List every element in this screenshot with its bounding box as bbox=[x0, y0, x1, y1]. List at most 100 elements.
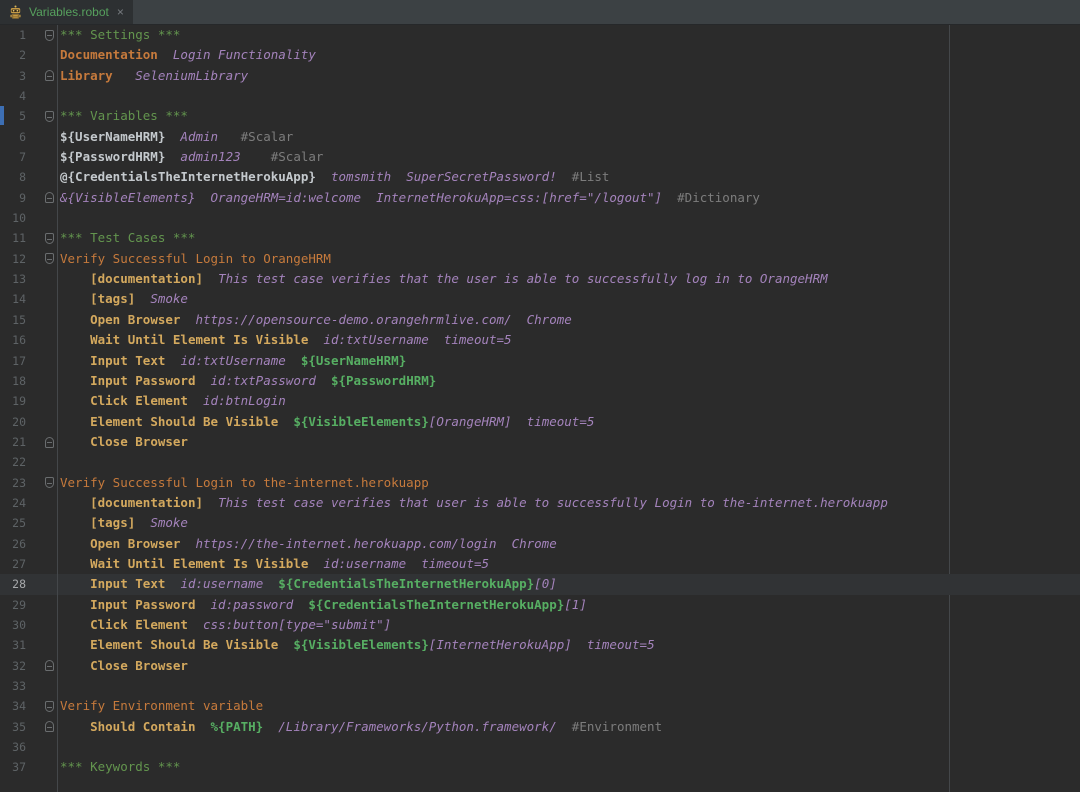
line-number: 4 bbox=[0, 86, 26, 106]
fold-column bbox=[26, 574, 57, 594]
code-line[interactable]: 24 [documentation] This test case verifi… bbox=[0, 493, 1080, 513]
code-text: Wait Until Element Is Visible id:txtUser… bbox=[57, 330, 512, 350]
fold-column bbox=[26, 208, 57, 228]
code-text: Wait Until Element Is Visible id:usernam… bbox=[57, 554, 489, 574]
code-text: Input Text id:username ${CredentialsTheI… bbox=[57, 574, 557, 594]
code-line[interactable]: 6${UserNameHRM} Admin #Scalar bbox=[0, 127, 1080, 147]
code-line[interactable]: 36 bbox=[0, 737, 1080, 757]
code-line[interactable]: 37*** Keywords *** bbox=[0, 757, 1080, 777]
fold-column bbox=[26, 696, 57, 716]
code-line[interactable]: 11*** Test Cases *** bbox=[0, 228, 1080, 248]
code-text: Element Should Be Visible ${VisibleEleme… bbox=[57, 635, 655, 655]
code-line[interactable]: 22 bbox=[0, 452, 1080, 472]
code-line[interactable]: 19 Click Element id:btnLogin bbox=[0, 391, 1080, 411]
code-line[interactable]: 3Library SeleniumLibrary bbox=[0, 66, 1080, 86]
code-line[interactable]: 30 Click Element css:button[type="submit… bbox=[0, 615, 1080, 635]
code-line[interactable]: 26 Open Browser https://the-internet.her… bbox=[0, 534, 1080, 554]
code-line[interactable]: 18 Input Password id:txtPassword ${Passw… bbox=[0, 371, 1080, 391]
code-line[interactable]: 17 Input Text id:txtUsername ${UserNameH… bbox=[0, 351, 1080, 371]
fold-column bbox=[26, 66, 57, 86]
code-line[interactable]: 1 *** Settings *** bbox=[0, 25, 1080, 45]
fold-column bbox=[26, 534, 57, 554]
code-line[interactable]: 7${PasswordHRM} admin123 #Scalar bbox=[0, 147, 1080, 167]
code-text: ${UserNameHRM} Admin #Scalar bbox=[57, 127, 293, 147]
code-text: Library SeleniumLibrary bbox=[57, 66, 248, 86]
code-text: Should Contain %{PATH} /Library/Framewor… bbox=[57, 717, 662, 737]
fold-toggle-icon[interactable] bbox=[45, 253, 54, 264]
fold-column bbox=[26, 147, 57, 167]
code-line[interactable]: 16 Wait Until Element Is Visible id:txtU… bbox=[0, 330, 1080, 350]
line-number: 8 bbox=[0, 167, 26, 187]
code-line[interactable]: 35 Should Contain %{PATH} /Library/Frame… bbox=[0, 717, 1080, 737]
code-area: 1 *** Settings ***2Documentation Login Fu… bbox=[0, 25, 1080, 778]
fold-toggle-icon[interactable] bbox=[45, 192, 54, 203]
fold-toggle-icon[interactable] bbox=[45, 477, 54, 488]
code-line[interactable]: 29 Input Password id:password ${Credenti… bbox=[0, 595, 1080, 615]
code-text: [documentation] This test case verifies … bbox=[57, 269, 828, 289]
fold-column bbox=[26, 86, 57, 106]
code-line[interactable]: 4 bbox=[0, 86, 1080, 106]
fold-toggle-icon[interactable] bbox=[45, 70, 54, 81]
code-text: Close Browser bbox=[57, 432, 188, 452]
line-number: 20 bbox=[0, 412, 26, 432]
code-text: Verify Successful Login to the-internet.… bbox=[57, 473, 429, 493]
line-number: 5 bbox=[0, 106, 26, 126]
fold-toggle-icon[interactable] bbox=[45, 111, 54, 122]
fold-toggle-icon[interactable] bbox=[45, 721, 54, 732]
code-text: Open Browser https://opensource-demo.ora… bbox=[57, 310, 572, 330]
code-text: Close Browser bbox=[57, 656, 188, 676]
code-line[interactable]: 13 [documentation] This test case verifi… bbox=[0, 269, 1080, 289]
line-number: 15 bbox=[0, 310, 26, 330]
code-line[interactable]: 21 Close Browser bbox=[0, 432, 1080, 452]
fold-column bbox=[26, 615, 57, 635]
fold-column bbox=[26, 635, 57, 655]
editor-tab-bar: Variables.robot × bbox=[0, 0, 1080, 25]
code-line[interactable]: 31 Element Should Be Visible ${VisibleEl… bbox=[0, 635, 1080, 655]
fold-toggle-icon[interactable] bbox=[45, 660, 54, 671]
code-text: Verify Environment variable bbox=[57, 696, 263, 716]
code-line[interactable]: 12Verify Successful Login to OrangeHRM bbox=[0, 249, 1080, 269]
line-number: 10 bbox=[0, 208, 26, 228]
fold-toggle-icon[interactable] bbox=[45, 701, 54, 712]
line-number: 17 bbox=[0, 351, 26, 371]
code-line[interactable]: 15 Open Browser https://opensource-demo.… bbox=[0, 310, 1080, 330]
code-line[interactable]: 5*** Variables *** bbox=[0, 106, 1080, 126]
code-text: Documentation Login Functionality bbox=[57, 45, 316, 65]
code-line[interactable]: 28 Input Text id:username ${CredentialsT… bbox=[0, 574, 1080, 594]
code-line[interactable]: 2Documentation Login Functionality bbox=[0, 45, 1080, 65]
line-number: 22 bbox=[0, 452, 26, 472]
code-text: *** Settings *** bbox=[57, 25, 180, 45]
fold-toggle-icon[interactable] bbox=[45, 233, 54, 244]
fold-toggle-icon[interactable] bbox=[45, 437, 54, 448]
fold-column bbox=[26, 737, 57, 757]
gutter-separator bbox=[57, 25, 58, 792]
fold-column bbox=[26, 595, 57, 615]
code-line[interactable]: 10 bbox=[0, 208, 1080, 228]
line-number: 9 bbox=[0, 188, 26, 208]
tab-variables-robot[interactable]: Variables.robot × bbox=[0, 0, 133, 24]
code-line[interactable]: 27 Wait Until Element Is Visible id:user… bbox=[0, 554, 1080, 574]
fold-toggle-icon[interactable] bbox=[45, 30, 54, 41]
fold-column bbox=[26, 473, 57, 493]
code-line[interactable]: 8@{CredentialsTheInternetHerokuApp} toms… bbox=[0, 167, 1080, 187]
robot-icon bbox=[8, 5, 23, 20]
code-line[interactable]: 33 bbox=[0, 676, 1080, 696]
code-line[interactable]: 9&{VisibleElements} OrangeHRM=id:welcome… bbox=[0, 188, 1080, 208]
fold-column bbox=[26, 351, 57, 371]
code-text: [tags] Smoke bbox=[57, 289, 188, 309]
line-number: 26 bbox=[0, 534, 26, 554]
line-number: 11 bbox=[0, 228, 26, 248]
close-icon[interactable]: × bbox=[117, 6, 124, 18]
code-line[interactable]: 25 [tags] Smoke bbox=[0, 513, 1080, 533]
code-line[interactable]: 32 Close Browser bbox=[0, 656, 1080, 676]
code-editor[interactable]: 1 *** Settings ***2Documentation Login Fu… bbox=[0, 25, 1080, 792]
code-line[interactable]: 20 Element Should Be Visible ${VisibleEl… bbox=[0, 412, 1080, 432]
line-number: 1 bbox=[0, 25, 26, 45]
code-line[interactable]: 34Verify Environment variable bbox=[0, 696, 1080, 716]
line-number: 16 bbox=[0, 330, 26, 350]
code-line[interactable]: 14 [tags] Smoke bbox=[0, 289, 1080, 309]
code-text: [documentation] This test case verifies … bbox=[57, 493, 888, 513]
code-text: [tags] Smoke bbox=[57, 513, 188, 533]
line-number: 14 bbox=[0, 289, 26, 309]
code-line[interactable]: 23Verify Successful Login to the-interne… bbox=[0, 473, 1080, 493]
